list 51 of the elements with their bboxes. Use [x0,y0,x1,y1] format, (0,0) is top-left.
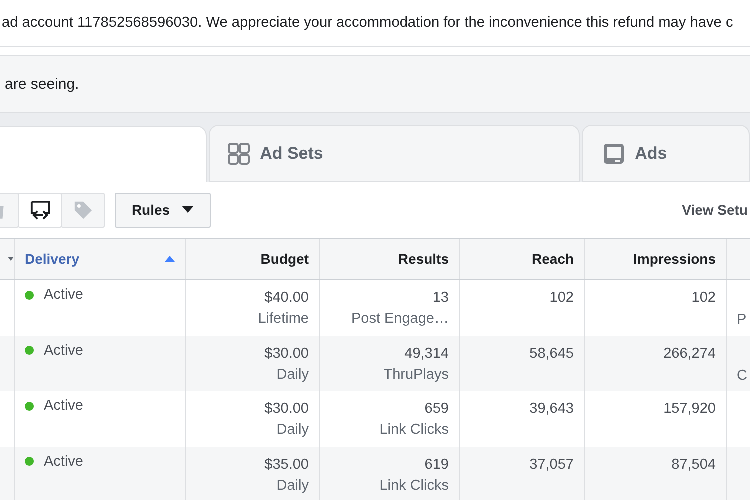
dropdown-caret-icon [8,257,14,261]
budget-value: $35.00 [264,456,309,472]
caret-icon [182,206,194,214]
column-header[interactable] [0,239,15,279]
budget-type: Daily [276,422,309,438]
reach-value: 37,057 [530,456,574,472]
status-text: Active [44,342,84,358]
tab[interactable] [0,126,208,182]
reach-value: 39,643 [530,401,574,417]
status-text: Active [44,398,84,414]
impressions-value: 102 [692,290,716,306]
impressions-value: 157,920 [664,401,716,417]
column-header[interactable]: Delivery [15,239,186,279]
column-header[interactable]: Reach [460,239,585,279]
result-type: Post Engage… [351,311,449,327]
notice-text: ad account 117852568596030. We appreciate your accommodation for the inconvenience this refund may have c [1,15,734,31]
banner-text: are seeing. [5,76,80,92]
result-type: Link Clicks [380,422,449,438]
swap-button[interactable] [18,192,62,228]
reach-value: 58,645 [530,346,574,362]
rules-dropdown[interactable]: Rules [115,192,211,228]
results-value: 49,314 [404,346,449,362]
grid-icon [228,142,250,164]
impressions-value: 87,504 [672,456,716,472]
results-value: 13 [432,290,449,306]
results-value: 659 [424,401,449,417]
reach-value: 102 [550,290,574,306]
table-cell-text: C [737,368,748,384]
table-cell-text: P [737,312,748,328]
budget-value: $30.00 [264,401,309,417]
tag-icon [72,200,94,220]
view-setup-link[interactable]: View Setu [682,202,748,218]
column-header[interactable]: Results [320,239,460,279]
swap-icon [30,200,50,220]
impressions-value: 266,274 [664,346,716,362]
result-type: ThruPlays [384,366,449,382]
tab[interactable]: Ads [582,125,750,182]
result-type: Link Clicks [380,478,449,494]
sort-ascending-icon [165,256,175,262]
budget-type: Daily [276,366,309,382]
budget-value: $40.00 [264,290,309,306]
column-header[interactable]: Budget [186,239,320,279]
status-text: Active [44,454,84,470]
column-header[interactable]: Impressions [585,239,727,279]
budget-value: $30.00 [264,346,309,362]
budget-type: Daily [276,478,309,494]
results-value: 619 [424,456,449,472]
screen-icon [603,142,626,164]
budget-type: Lifetime [258,311,309,327]
tab[interactable]: Ad Sets [209,125,580,182]
status-text: Active [44,287,84,303]
